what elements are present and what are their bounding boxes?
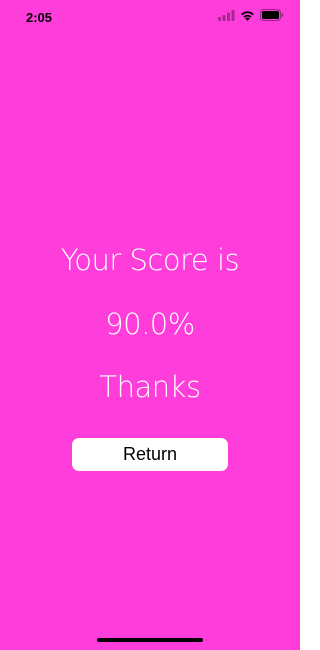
score-screen: 2:05 Your Score is 90.0% Thanks Return	[0, 0, 300, 650]
status-time: 2:05	[26, 10, 53, 25]
wifi-icon	[240, 8, 255, 26]
return-button[interactable]: Return	[72, 438, 228, 471]
status-icons	[218, 8, 284, 26]
score-value: 90.0%	[105, 307, 195, 341]
score-title: Your Score is	[60, 243, 240, 277]
thanks-text: Thanks	[99, 370, 201, 404]
signal-icon	[218, 8, 235, 26]
battery-icon	[260, 8, 284, 26]
status-bar: 2:05	[0, 0, 300, 36]
return-button-label: Return	[122, 444, 178, 464]
home-indicator	[97, 638, 203, 642]
